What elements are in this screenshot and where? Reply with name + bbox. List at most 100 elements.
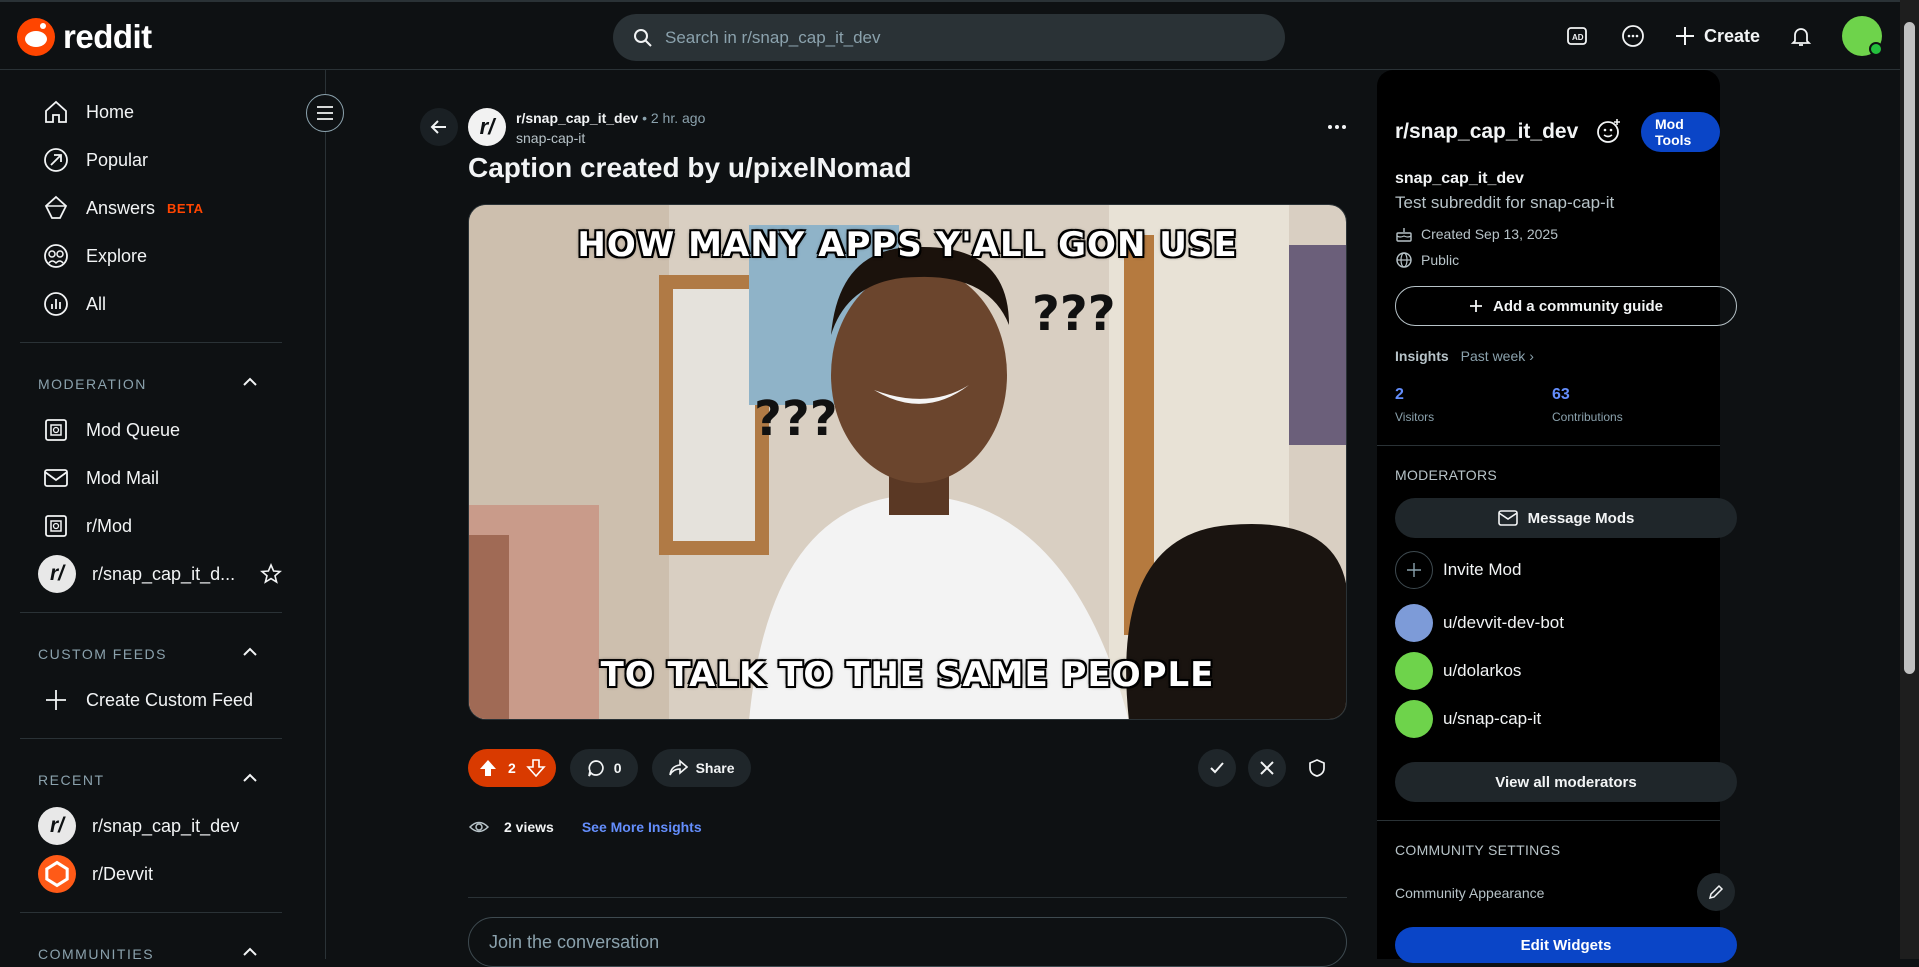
comments-button[interactable]: 0 bbox=[569, 749, 638, 787]
edit-widgets-button[interactable]: Edit Widgets bbox=[1395, 927, 1737, 963]
plus-icon bbox=[1469, 300, 1482, 312]
views-icon bbox=[468, 821, 490, 833]
post-author[interactable]: snap-cap-it bbox=[516, 130, 705, 146]
search-input[interactable] bbox=[665, 27, 1225, 48]
add-emoji-icon[interactable] bbox=[1595, 117, 1623, 145]
left-sidebar: Home Popular Answers BETA Explore All MO… bbox=[0, 70, 326, 959]
mod-queue-icon bbox=[45, 419, 67, 441]
downvote-icon[interactable] bbox=[526, 758, 546, 778]
answers-icon bbox=[44, 195, 68, 219]
invite-mod-label: Invite Mod bbox=[1443, 560, 1522, 579]
user-avatar[interactable] bbox=[1842, 16, 1883, 56]
star-icon[interactable] bbox=[259, 562, 283, 586]
sidebar-item-popular[interactable]: Popular bbox=[42, 140, 148, 180]
advertise-icon[interactable]: AD bbox=[1562, 21, 1592, 51]
community-created: Created Sep 13, 2025 bbox=[1395, 225, 1558, 243]
community-visibility: Public bbox=[1395, 251, 1459, 269]
upvote-icon[interactable] bbox=[478, 758, 498, 778]
scrollbar-thumb[interactable] bbox=[1904, 22, 1915, 674]
beta-badge: BETA bbox=[167, 200, 204, 216]
globe-icon bbox=[1396, 252, 1412, 268]
community-description: Test subreddit for snap-cap-it bbox=[1395, 193, 1615, 212]
chat-icon[interactable] bbox=[1618, 21, 1648, 51]
create-custom-feed[interactable]: Create Custom Feed bbox=[42, 680, 253, 720]
sidebar-item-label: Mod Queue bbox=[86, 419, 181, 440]
communities-heading[interactable]: COMMUNITIES bbox=[38, 946, 154, 959]
sidebar-item-r-mod[interactable]: r/Mod bbox=[42, 506, 132, 546]
chevron-up-icon[interactable] bbox=[240, 642, 260, 662]
approve-button[interactable] bbox=[1198, 749, 1236, 787]
sidebar-item-snap-cap-it-dev[interactable]: r/ r/snap_cap_it_d... bbox=[38, 554, 283, 594]
create-button[interactable]: Create bbox=[1674, 25, 1760, 47]
subreddit-icon: r/ bbox=[38, 807, 76, 845]
insights-period[interactable]: Past week bbox=[1461, 348, 1526, 364]
recent-item-snap-cap-it-dev[interactable]: r/ r/snap_cap_it_dev bbox=[38, 806, 239, 846]
moderator-avatar bbox=[1395, 604, 1433, 642]
sidebar-item-mod-queue[interactable]: Mod Queue bbox=[42, 410, 180, 450]
moderator-name: u/dolarkos bbox=[1443, 661, 1522, 680]
recent-heading[interactable]: RECENT bbox=[38, 772, 105, 788]
chevron-right-icon[interactable]: › bbox=[1529, 348, 1534, 364]
moderator-row[interactable]: u/snap-cap-it bbox=[1395, 700, 1541, 738]
moderator-row[interactable]: u/devvit-dev-bot bbox=[1395, 604, 1564, 642]
community-sidebar: r/snap_cap_it_dev Mod Tools snap_cap_it_… bbox=[1377, 70, 1737, 963]
post-divider bbox=[468, 897, 1347, 898]
menu-icon bbox=[317, 106, 333, 120]
sidebar-item-explore[interactable]: Explore bbox=[42, 236, 147, 276]
moderation-heading[interactable]: MODERATION bbox=[38, 376, 147, 392]
subreddit-icon[interactable]: r/ bbox=[468, 108, 506, 146]
moderator-avatar bbox=[1395, 700, 1433, 738]
chevron-up-icon[interactable] bbox=[240, 768, 260, 788]
post-image[interactable]: ??? ??? HOW MANY APPS Y'ALL GON USE TO T… bbox=[468, 204, 1347, 720]
meme-top-caption: HOW MANY APPS Y'ALL GON USE bbox=[577, 225, 1238, 265]
post-actions: 2 0 Share bbox=[468, 749, 751, 787]
view-all-moderators-button[interactable]: View all moderators bbox=[1395, 762, 1737, 802]
view-count: 2 views bbox=[504, 819, 554, 835]
custom-feeds-heading[interactable]: CUSTOM FEEDS bbox=[38, 646, 167, 662]
chevron-up-icon[interactable] bbox=[240, 372, 260, 392]
recent-item-devvit[interactable]: r/Devvit bbox=[38, 854, 153, 894]
create-label: Create bbox=[1703, 25, 1760, 46]
visitors-label: Visitors bbox=[1395, 410, 1435, 424]
mod-shield-button[interactable] bbox=[1298, 749, 1336, 787]
collapse-sidebar-button[interactable] bbox=[306, 94, 344, 132]
search-bar[interactable] bbox=[613, 14, 1285, 61]
sidebar-item-mod-mail[interactable]: Mod Mail bbox=[42, 458, 159, 498]
top-bar: reddit AD Create bbox=[0, 0, 1900, 70]
share-button[interactable]: Share bbox=[651, 749, 751, 787]
vote-control: 2 bbox=[468, 749, 556, 787]
sidebar-item-answers[interactable]: Answers BETA bbox=[42, 188, 203, 228]
add-community-guide-button[interactable]: Add a community guide bbox=[1395, 286, 1737, 326]
chevron-up-icon[interactable] bbox=[240, 942, 260, 959]
mod-tools-button[interactable]: Mod Tools bbox=[1641, 112, 1720, 152]
community-appearance-label: Community Appearance bbox=[1395, 885, 1545, 901]
more-options-button[interactable] bbox=[1322, 112, 1352, 142]
sidebar-item-label: Home bbox=[86, 101, 135, 122]
sidebar-item-all[interactable]: All bbox=[42, 284, 106, 324]
moderator-name: u/snap-cap-it bbox=[1443, 709, 1542, 728]
moderator-row[interactable]: u/dolarkos bbox=[1395, 652, 1521, 690]
remove-button[interactable] bbox=[1248, 749, 1286, 787]
comment-box[interactable] bbox=[468, 917, 1347, 967]
pencil-icon bbox=[1708, 884, 1724, 900]
notifications-bell-icon[interactable] bbox=[1786, 21, 1816, 51]
close-icon bbox=[1260, 761, 1274, 775]
edit-appearance-button[interactable] bbox=[1697, 873, 1735, 911]
share-icon bbox=[668, 759, 688, 776]
sidebar-item-label: r/Devvit bbox=[92, 863, 154, 884]
message-mods-label: Message Mods bbox=[1527, 509, 1635, 527]
contributions-value: 63 bbox=[1552, 386, 1570, 403]
invite-mod-button[interactable]: Invite Mod bbox=[1395, 551, 1521, 589]
share-label: Share bbox=[695, 760, 735, 776]
logo-text: reddit bbox=[63, 18, 152, 55]
comment-input[interactable] bbox=[489, 931, 721, 953]
post-subreddit-link[interactable]: r/snap_cap_it_dev bbox=[516, 110, 638, 126]
community-title[interactable]: r/snap_cap_it_dev bbox=[1395, 120, 1578, 144]
message-mods-button[interactable]: Message Mods bbox=[1395, 498, 1737, 538]
back-button[interactable] bbox=[420, 108, 458, 146]
shield-icon bbox=[1309, 759, 1325, 777]
see-more-insights-link[interactable]: See More Insights bbox=[582, 819, 702, 835]
sidebar-divider bbox=[20, 738, 282, 739]
sidebar-item-home[interactable]: Home bbox=[42, 92, 134, 132]
reddit-logo[interactable]: reddit bbox=[17, 18, 152, 56]
